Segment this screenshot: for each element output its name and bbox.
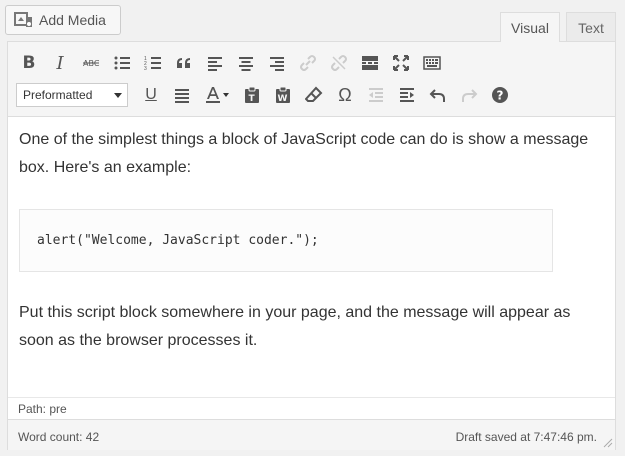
special-character-button[interactable]: Ω: [332, 82, 358, 108]
tab-visual[interactable]: Visual: [500, 12, 560, 42]
toolbar-row-1: B I ABC 123: [16, 50, 450, 76]
paragraph-1: One of the simplest things a block of Ja…: [19, 131, 589, 176]
italic-button[interactable]: I: [47, 50, 73, 76]
unlink-icon: [331, 55, 347, 71]
align-left-icon: [208, 57, 222, 71]
redo-icon: [462, 89, 478, 102]
clear-formatting-button[interactable]: [301, 82, 327, 108]
word-count: Word count: 42: [18, 430, 100, 444]
justify-icon: [175, 89, 189, 103]
code-block: alert("Welcome, JavaScript coder.");: [19, 209, 553, 272]
quote-icon: [177, 58, 190, 68]
fullscreen-button[interactable]: [388, 50, 414, 76]
svg-text:T: T: [249, 94, 256, 104]
bulleted-list-button[interactable]: [109, 50, 135, 76]
indent-button[interactable]: [394, 82, 420, 108]
media-icon: [14, 11, 34, 29]
keyboard-icon: [423, 56, 441, 70]
insert-link-button[interactable]: [295, 50, 321, 76]
align-right-button[interactable]: [264, 50, 290, 76]
toolbar-row-2: Preformatted U T W Ω ?: [16, 82, 518, 108]
tab-text[interactable]: Text: [566, 12, 616, 42]
format-select[interactable]: Preformatted: [16, 83, 128, 107]
justify-button[interactable]: [169, 82, 195, 108]
editor-toolbar: B I ABC 123 Preformatted U T W Ω ?: [8, 42, 615, 117]
paste-as-text-button[interactable]: T: [239, 82, 265, 108]
add-media-label: Add Media: [39, 12, 106, 28]
svg-text:?: ?: [497, 89, 504, 103]
align-left-button[interactable]: [202, 50, 228, 76]
indent-icon: [400, 88, 414, 102]
help-button[interactable]: ?: [487, 82, 513, 108]
status-bar: Word count: 42 Draft saved at 7:47:46 pm…: [8, 419, 615, 450]
fullscreen-icon: [393, 55, 409, 71]
draft-saved-status: Draft saved at 7:47:46 pm.: [455, 430, 597, 444]
bulleted-list-icon: [114, 56, 130, 70]
text-color-icon: [206, 87, 229, 103]
redo-button[interactable]: [456, 82, 482, 108]
svg-text:W: W: [278, 94, 288, 104]
align-right-icon: [270, 57, 284, 71]
undo-icon: [429, 89, 445, 102]
align-center-button[interactable]: [233, 50, 259, 76]
read-more-button[interactable]: [357, 50, 383, 76]
editor: B I ABC 123 Preformatted U T W Ω ? One o…: [7, 41, 616, 450]
help-icon: ?: [492, 87, 508, 103]
outdent-button[interactable]: [363, 82, 389, 108]
bold-button[interactable]: B: [16, 50, 42, 76]
clipboard-text-icon: T: [245, 86, 259, 104]
eraser-icon: [305, 86, 323, 102]
underline-button[interactable]: U: [138, 82, 164, 108]
link-icon: [300, 55, 316, 71]
svg-text:3: 3: [144, 66, 147, 72]
read-more-icon: [362, 56, 378, 70]
outdent-icon: [369, 88, 383, 102]
clipboard-word-icon: W: [276, 86, 290, 104]
blockquote-button[interactable]: [171, 50, 197, 76]
remove-link-button[interactable]: [326, 50, 352, 76]
chevron-down-icon: [114, 92, 122, 98]
format-select-value: Preformatted: [23, 88, 93, 102]
element-path: Path: pre: [8, 397, 615, 419]
resize-grip-icon[interactable]: [603, 438, 613, 448]
numbered-list-icon: 123: [144, 56, 161, 72]
undo-button[interactable]: [425, 82, 451, 108]
add-media-button[interactable]: Add Media: [5, 5, 121, 35]
align-center-icon: [239, 57, 253, 71]
paste-from-word-button[interactable]: W: [270, 82, 296, 108]
toolbar-toggle-button[interactable]: [419, 50, 445, 76]
numbered-list-button[interactable]: 123: [140, 50, 166, 76]
strikethrough-icon: ABC: [83, 59, 100, 68]
text-color-button[interactable]: [200, 82, 234, 108]
strikethrough-button[interactable]: ABC: [78, 50, 104, 76]
paragraph-2: Put this script block somewhere in your …: [19, 304, 571, 349]
